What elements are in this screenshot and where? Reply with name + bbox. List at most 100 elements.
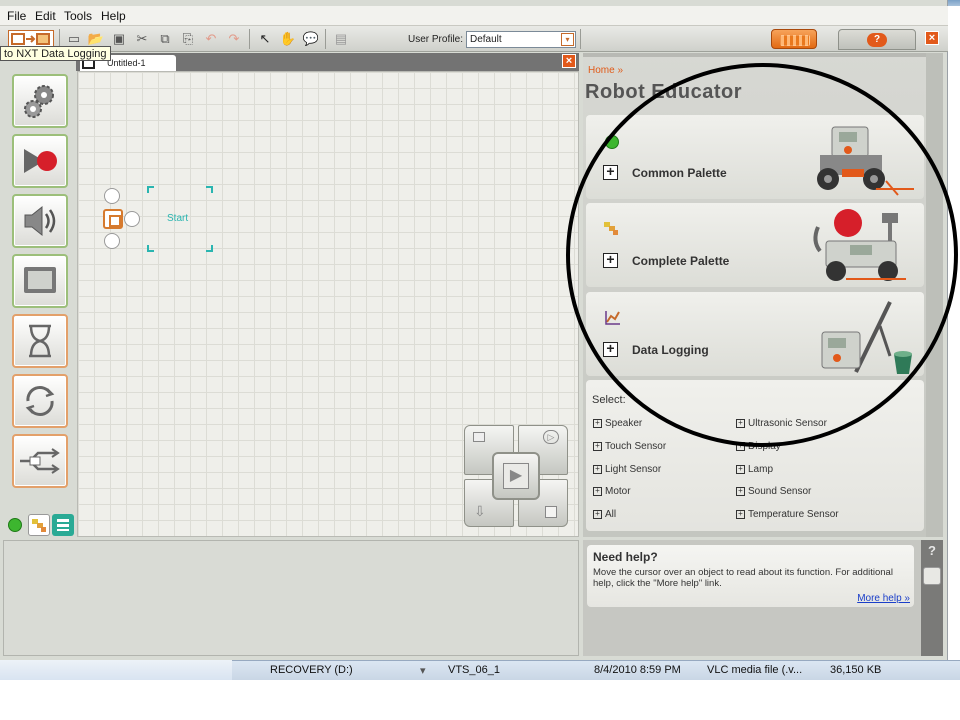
loop-icon xyxy=(25,386,55,416)
paste-button[interactable]: ⎘ xyxy=(179,30,197,48)
menu-tools[interactable]: Tools xyxy=(64,9,92,23)
undo-button[interactable]: ↶ xyxy=(202,30,220,48)
menu-help[interactable]: Help xyxy=(101,9,126,23)
expand-icon[interactable]: + xyxy=(603,341,618,357)
card-data-logging[interactable]: + Data Logging xyxy=(586,292,924,376)
palette-loop[interactable] xyxy=(12,374,68,428)
robot-educator-scrollbar[interactable] xyxy=(926,53,943,537)
expand-icon[interactable]: + xyxy=(603,164,618,180)
card-label: Data Logging xyxy=(632,343,709,357)
user-profile-select[interactable]: Default ▾ xyxy=(466,31,576,48)
block-configuration-panel xyxy=(3,540,579,656)
copy-button[interactable]: ⧉ xyxy=(156,30,174,48)
tooltip: to NXT Data Logging xyxy=(0,46,111,61)
help-text: Move the cursor over an object to read a… xyxy=(593,567,893,589)
custom-palette-button[interactable]: ▤ xyxy=(332,30,350,48)
save-button[interactable]: ▣ xyxy=(110,30,128,48)
start-drop-area[interactable]: Start xyxy=(147,186,213,252)
explorer-file-name: VTS_06_1 xyxy=(448,664,500,676)
card-complete-palette[interactable]: + Complete Palette xyxy=(586,203,924,287)
speaker-icon xyxy=(24,205,56,237)
complete-palette-icon xyxy=(32,519,46,532)
expand-icon[interactable]: + xyxy=(603,252,618,268)
toolbar: ▭ 📂 ▣ ✂ ⧉ ⎘ ↶ ↷ ↖ ✋ 💬 ▤ User Profile: De… xyxy=(0,26,948,52)
palette-move-blocks[interactable] xyxy=(12,74,68,128)
topic-touch-sensor[interactable]: Touch Sensor xyxy=(593,441,666,452)
play-icon: ▶ xyxy=(503,463,529,489)
custom-palette-icon xyxy=(57,519,69,531)
help-tab[interactable]: ? xyxy=(838,29,916,50)
sequence-node[interactable] xyxy=(124,211,140,227)
new-file-icon: ▭ xyxy=(67,31,81,46)
comment-tool-button[interactable]: 💬 xyxy=(302,30,320,48)
palette-switch[interactable] xyxy=(12,434,68,488)
more-help-link[interactable]: More help » xyxy=(857,593,910,604)
nxt-controller: ▷ ⇩ ▶ xyxy=(464,425,568,527)
topic-light-sensor[interactable]: Light Sensor xyxy=(593,464,661,475)
palette-wait[interactable] xyxy=(12,314,68,368)
sequence-node[interactable] xyxy=(104,188,120,204)
download-and-run-button[interactable]: ▶ xyxy=(492,452,540,500)
toolbar-separator xyxy=(249,29,250,49)
page-margin xyxy=(0,680,960,720)
magnifier-icon[interactable] xyxy=(923,567,941,585)
topic-lamp[interactable]: Lamp xyxy=(736,464,773,475)
toolbar-separator xyxy=(325,29,326,49)
topic-all[interactable]: All xyxy=(593,509,616,520)
help-panel: Need help? Move the cursor over an objec… xyxy=(583,540,943,656)
sequence-node[interactable] xyxy=(104,233,120,249)
question-icon[interactable]: ? xyxy=(925,543,939,558)
start-block[interactable]: Start xyxy=(103,186,213,252)
switch-to-datalog-icon xyxy=(11,33,50,45)
menu-edit[interactable]: Edit xyxy=(35,9,56,23)
cut-icon: ✂ xyxy=(136,31,148,46)
dropdown-arrow-icon[interactable]: ▾ xyxy=(561,33,574,46)
dropdown-arrow-icon: ▾ xyxy=(420,665,426,677)
stop-icon xyxy=(545,506,557,518)
topic-ultrasonic-sensor[interactable]: Ultrasonic Sensor xyxy=(736,418,827,429)
hand-icon: ✋ xyxy=(279,31,297,46)
corner-mark xyxy=(147,186,154,193)
explorer-file-size: 36,150 KB xyxy=(830,664,882,676)
topic-display[interactable]: Display xyxy=(736,441,781,452)
nxt-controller-tab[interactable] xyxy=(771,29,817,49)
tab-label: Untitled-1 xyxy=(107,58,146,68)
green-dot-icon xyxy=(605,135,619,149)
close-program-button[interactable]: × xyxy=(562,54,576,68)
app-root: File Edit Tools Help ▭ 📂 ▣ ✂ ⧉ ⎘ ↶ ↷ ↖ ✋… xyxy=(0,0,960,720)
save-icon: ▣ xyxy=(112,31,126,46)
close-panel-button[interactable]: × xyxy=(925,31,939,45)
open-folder-icon: 📂 xyxy=(87,31,105,46)
palette-display[interactable] xyxy=(12,254,68,308)
record-play-icon xyxy=(24,149,57,173)
menu-file[interactable]: File xyxy=(7,9,26,23)
tab-complete-palette[interactable] xyxy=(28,514,50,536)
desktop-background xyxy=(0,660,232,680)
complete-palette-icon xyxy=(604,222,618,235)
topic-motor[interactable]: Motor xyxy=(593,486,631,497)
canvas-tab-bar: Untitled-1 × xyxy=(76,53,579,71)
toolbar-separator xyxy=(580,29,581,49)
palette-sound[interactable] xyxy=(12,194,68,248)
help-side-bar: ? xyxy=(921,540,943,656)
pointer-tool-button[interactable]: ↖ xyxy=(256,30,274,48)
cut-button[interactable]: ✂ xyxy=(133,30,151,48)
tab-common-palette[interactable] xyxy=(4,514,26,536)
card-common-palette[interactable]: + Common Palette xyxy=(586,115,924,199)
pan-tool-button[interactable]: ✋ xyxy=(279,30,297,48)
tab-custom-palette[interactable] xyxy=(52,514,74,536)
topic-sound-sensor[interactable]: Sound Sensor xyxy=(736,486,811,497)
redo-icon: ↷ xyxy=(228,31,240,46)
page-title: Robot Educator xyxy=(585,81,742,103)
redo-button[interactable]: ↷ xyxy=(225,30,243,48)
block-palette xyxy=(3,66,73,538)
sensor-rig-icon xyxy=(821,301,912,374)
palette-record-play[interactable] xyxy=(12,134,68,188)
data-logging-icon xyxy=(605,311,620,325)
topic-temperature-sensor[interactable]: Temperature Sensor xyxy=(736,509,839,520)
explorer-file-row[interactable]: RECOVERY (D:) ▾ VTS_06_1 8/4/2010 8:59 P… xyxy=(232,660,960,680)
breadcrumb[interactable]: Home » xyxy=(588,65,623,76)
run-selected-icon: ▷ xyxy=(543,430,559,444)
topic-speaker[interactable]: Speaker xyxy=(593,418,642,429)
robot-educator-panel: Home » Robot Educator + Common Palette +… xyxy=(583,53,943,537)
